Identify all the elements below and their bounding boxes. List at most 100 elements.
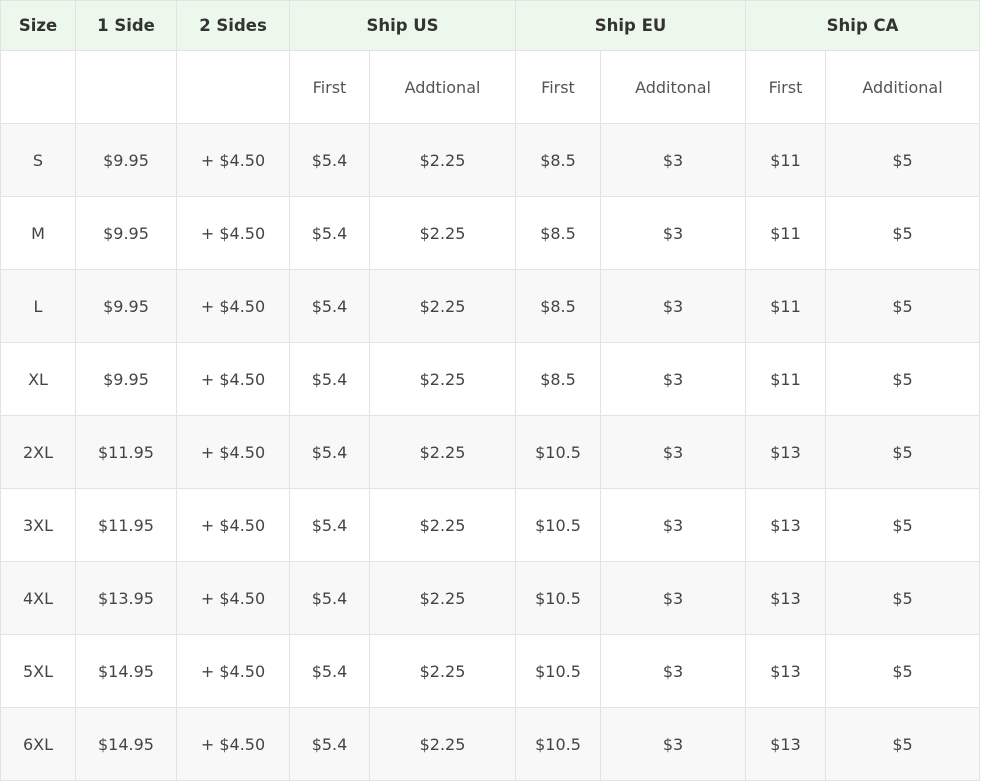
- cell-size: 3XL: [0, 488, 76, 562]
- cell-eu-additional: $3: [599, 269, 747, 343]
- subheader-two-sides-blank: [176, 50, 290, 124]
- cell-ca-first: $11: [745, 196, 827, 270]
- pricing-table: Size 1 Side 2 Sides Ship US Ship EU Ship…: [0, 0, 981, 781]
- cell-one-side: $9.95: [75, 123, 177, 197]
- table-row: 4XL $13.95 + $4.50 $5.4 $2.25 $10.5 $3 $13 $5: [0, 561, 981, 635]
- cell-one-side: $11.95: [75, 415, 177, 489]
- cell-two-sides: + $4.50: [176, 269, 290, 343]
- table-row: 5XL $14.95 + $4.50 $5.4 $2.25 $10.5 $3 $13 $5: [0, 634, 981, 708]
- table-row: 2XL $11.95 + $4.50 $5.4 $2.25 $10.5 $3 $13 $5: [0, 415, 981, 489]
- subheader-one-side-blank: [75, 50, 177, 124]
- header-two-sides: 2 Sides: [176, 0, 290, 51]
- cell-us-additional: $2.25: [369, 196, 516, 270]
- table-row: 6XL $14.95 + $4.50 $5.4 $2.25 $10.5 $3 $13 $5: [0, 707, 981, 781]
- cell-us-additional: $2.25: [369, 707, 516, 781]
- cell-ca-first: $13: [745, 634, 827, 708]
- table-row: XL $9.95 + $4.50 $5.4 $2.25 $8.5 $3 $11 $5: [0, 342, 981, 416]
- table-row: L $9.95 + $4.50 $5.4 $2.25 $8.5 $3 $11 $5: [0, 269, 981, 343]
- cell-us-additional: $2.25: [369, 561, 516, 635]
- cell-size: 4XL: [0, 561, 76, 635]
- cell-one-side: $9.95: [75, 342, 177, 416]
- cell-one-side: $9.95: [75, 269, 177, 343]
- cell-eu-additional: $3: [599, 196, 747, 270]
- cell-eu-first: $8.5: [515, 269, 601, 343]
- cell-eu-first: $10.5: [515, 561, 601, 635]
- cell-ca-first: $13: [745, 561, 827, 635]
- cell-eu-first: $8.5: [515, 342, 601, 416]
- cell-eu-additional: $3: [599, 488, 747, 562]
- subheader-size-blank: [0, 50, 76, 124]
- cell-us-first: $5.4: [289, 342, 370, 416]
- header-ship-eu: Ship EU: [514, 0, 747, 51]
- cell-one-side: $13.95: [75, 561, 177, 635]
- cell-size: M: [0, 196, 76, 270]
- cell-ca-first: $13: [745, 415, 827, 489]
- cell-ca-additional: $5: [825, 415, 981, 489]
- cell-eu-first: $10.5: [515, 634, 601, 708]
- cell-ca-first: $11: [745, 123, 827, 197]
- header-ship-ca: Ship CA: [745, 0, 981, 51]
- cell-eu-additional: $3: [599, 123, 747, 197]
- table-row: 3XL $11.95 + $4.50 $5.4 $2.25 $10.5 $3 $13 $5: [0, 488, 981, 562]
- cell-eu-first: $10.5: [515, 707, 601, 781]
- table-header-row: Size 1 Side 2 Sides Ship US Ship EU Ship…: [0, 0, 981, 51]
- cell-us-additional: $2.25: [369, 269, 516, 343]
- cell-us-first: $5.4: [289, 561, 370, 635]
- cell-ca-additional: $5: [825, 561, 981, 635]
- cell-ca-additional: $5: [825, 488, 981, 562]
- cell-eu-additional: $3: [599, 561, 747, 635]
- cell-size: 5XL: [0, 634, 76, 708]
- cell-two-sides: + $4.50: [176, 342, 290, 416]
- cell-two-sides: + $4.50: [176, 707, 290, 781]
- cell-eu-first: $10.5: [515, 415, 601, 489]
- cell-ca-additional: $5: [825, 342, 981, 416]
- cell-us-first: $5.4: [289, 634, 370, 708]
- header-size: Size: [0, 0, 76, 51]
- cell-ca-additional: $5: [825, 634, 981, 708]
- cell-ca-additional: $5: [825, 269, 981, 343]
- subheader-ca-additional: Additional: [825, 50, 981, 124]
- subheader-us-additional: Addtional: [369, 50, 516, 124]
- cell-ca-additional: $5: [825, 123, 981, 197]
- cell-size: 2XL: [0, 415, 76, 489]
- cell-two-sides: + $4.50: [176, 415, 290, 489]
- subheader-ca-first: First: [745, 50, 827, 124]
- cell-ca-first: $13: [745, 707, 827, 781]
- subheader-us-first: First: [289, 50, 370, 124]
- cell-eu-additional: $3: [599, 707, 747, 781]
- cell-us-additional: $2.25: [369, 415, 516, 489]
- cell-us-first: $5.4: [289, 196, 370, 270]
- cell-us-additional: $2.25: [369, 488, 516, 562]
- cell-eu-first: $8.5: [515, 196, 601, 270]
- cell-ca-first: $11: [745, 342, 827, 416]
- subheader-eu-additional: Additonal: [599, 50, 747, 124]
- table-row: S $9.95 + $4.50 $5.4 $2.25 $8.5 $3 $11 $5: [0, 123, 981, 197]
- cell-one-side: $9.95: [75, 196, 177, 270]
- cell-us-first: $5.4: [289, 707, 370, 781]
- header-one-side: 1 Side: [75, 0, 177, 51]
- cell-us-additional: $2.25: [369, 123, 516, 197]
- cell-size: XL: [0, 342, 76, 416]
- cell-us-additional: $2.25: [369, 634, 516, 708]
- cell-ca-additional: $5: [825, 196, 981, 270]
- table-subheader-row: First Addtional First Additonal First Ad…: [0, 50, 981, 124]
- cell-eu-first: $8.5: [515, 123, 601, 197]
- cell-us-first: $5.4: [289, 123, 370, 197]
- cell-eu-first: $10.5: [515, 488, 601, 562]
- cell-ca-first: $11: [745, 269, 827, 343]
- cell-one-side: $14.95: [75, 707, 177, 781]
- cell-two-sides: + $4.50: [176, 488, 290, 562]
- cell-eu-additional: $3: [599, 415, 747, 489]
- cell-one-side: $11.95: [75, 488, 177, 562]
- cell-size: 6XL: [0, 707, 76, 781]
- cell-size: L: [0, 269, 76, 343]
- cell-size: S: [0, 123, 76, 197]
- cell-eu-additional: $3: [599, 634, 747, 708]
- cell-us-first: $5.4: [289, 415, 370, 489]
- cell-two-sides: + $4.50: [176, 123, 290, 197]
- cell-two-sides: + $4.50: [176, 561, 290, 635]
- header-ship-us: Ship US: [289, 0, 516, 51]
- cell-us-additional: $2.25: [369, 342, 516, 416]
- table-row: M $9.95 + $4.50 $5.4 $2.25 $8.5 $3 $11 $5: [0, 196, 981, 270]
- subheader-eu-first: First: [515, 50, 601, 124]
